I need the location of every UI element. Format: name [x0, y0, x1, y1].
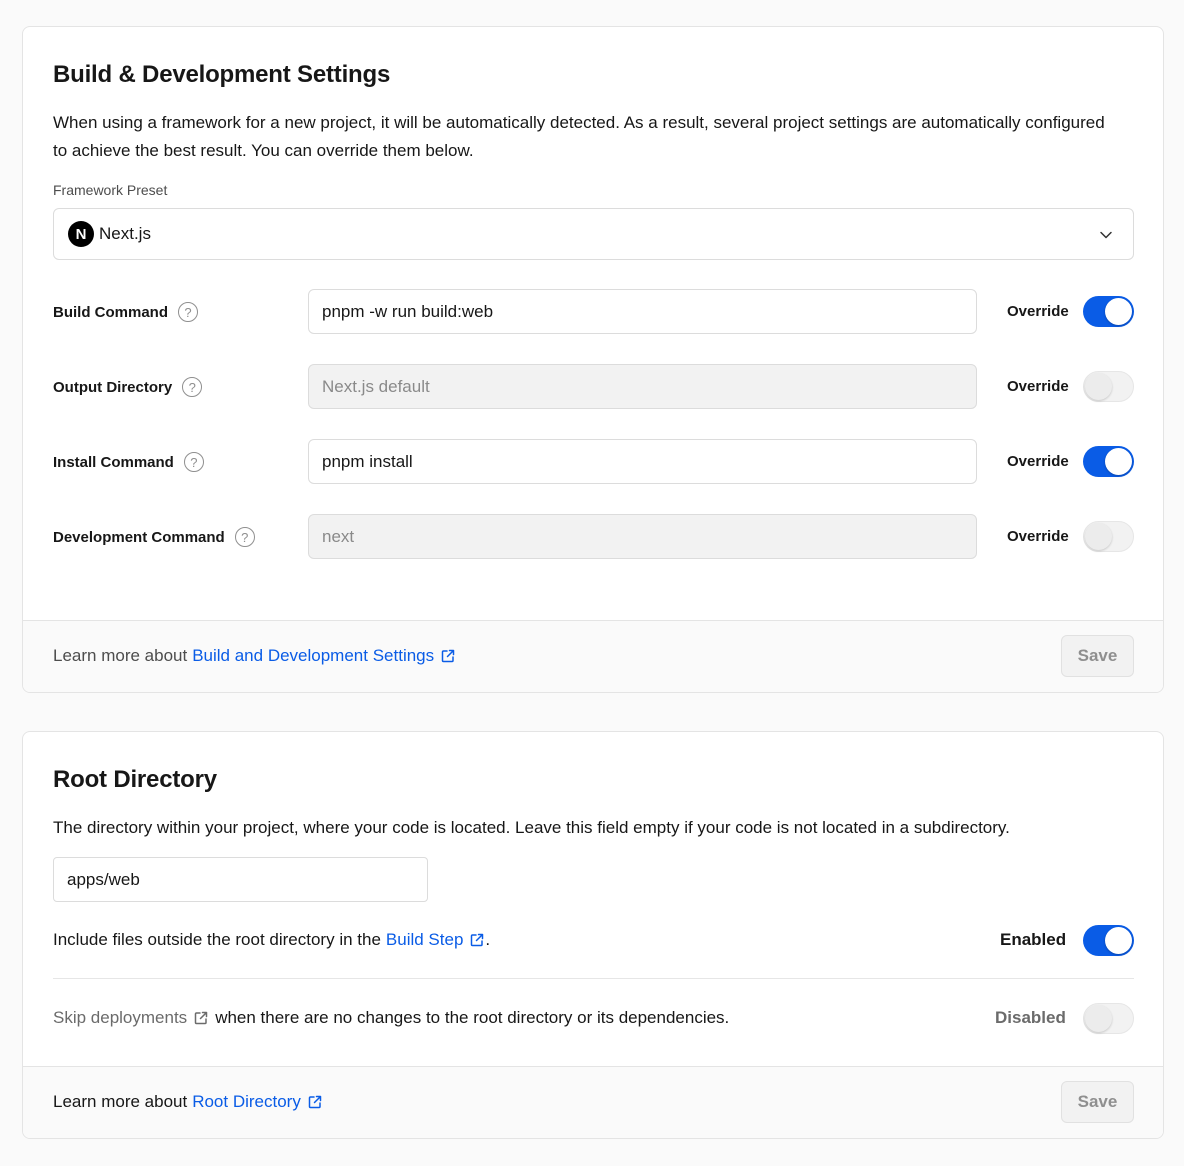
include-files-suffix: . [485, 930, 491, 949]
build-settings-description: When using a framework for a new project… [53, 113, 1105, 160]
root-directory-title: Root Directory [53, 766, 217, 793]
install-command-label-text: Install Command [53, 453, 174, 471]
root-directory-input[interactable]: apps/web [53, 857, 428, 902]
output-directory-override-toggle[interactable] [1083, 371, 1134, 402]
help-circle-icon[interactable]: ? [183, 452, 204, 472]
build-command-label: Build Command ? [53, 300, 198, 324]
external-link-icon [471, 933, 484, 947]
build-settings-docs-link[interactable]: Build and Development Settings [192, 646, 456, 666]
build-settings-save-button[interactable]: Save [1061, 635, 1134, 677]
skip-deployments-text: Skip deployments when there are no chang… [53, 1008, 729, 1028]
build-settings-docs-link-text: Build and Development Settings [192, 646, 435, 665]
build-step-link[interactable]: Build Step [386, 930, 486, 950]
toggle-knob [1085, 523, 1112, 550]
skip-deployments-link-text: Skip deployments [53, 1008, 188, 1027]
skip-deployments-link[interactable]: Skip deployments [53, 1008, 209, 1028]
nextjs-logo-icon: N [68, 221, 94, 247]
build-settings-card: Build & Development Settings When using … [22, 26, 1164, 693]
toggle-knob [1105, 927, 1132, 954]
output-directory-label: Output Directory ? [53, 375, 203, 399]
help-circle-icon[interactable]: ? [182, 377, 203, 397]
framework-preset-select[interactable]: N Next.js [53, 208, 1134, 260]
include-files-toggle[interactable] [1083, 925, 1134, 956]
external-link-icon [308, 1095, 322, 1109]
development-command-input[interactable]: next [308, 514, 977, 559]
development-command-override-toggle[interactable] [1083, 521, 1134, 552]
install-command-input[interactable]: pnpm install [308, 439, 977, 484]
chevron-down-icon [1100, 231, 1112, 239]
framework-preset-value: Next.js [99, 224, 151, 243]
help-circle-icon[interactable]: ? [178, 302, 198, 322]
toggle-knob [1085, 373, 1112, 400]
skip-deployments-toggle[interactable] [1083, 1003, 1134, 1034]
install-command-override-toggle[interactable] [1083, 446, 1134, 477]
output-directory-input[interactable]: Next.js default [308, 364, 977, 409]
external-link-icon [194, 1011, 208, 1025]
skip-deployments-state: Disabled [995, 1008, 1066, 1027]
root-directory-description: The directory within your project, where… [53, 818, 1010, 837]
root-directory-footer: Learn more about Root Directory Save [23, 1066, 1163, 1138]
output-directory-override-label: Override [1007, 378, 1069, 395]
root-directory-learn-more: Learn more about Root Directory [53, 1092, 323, 1112]
build-command-override-toggle[interactable] [1083, 296, 1134, 327]
toggle-knob [1085, 1005, 1112, 1032]
section-divider [53, 978, 1134, 979]
development-command-override-label: Override [1007, 528, 1069, 545]
root-directory-card: Root Directory The directory within your… [22, 731, 1164, 1139]
learn-more-prefix: Learn more about [53, 646, 188, 665]
build-command-override-label: Override [1007, 303, 1069, 320]
toggle-knob [1105, 448, 1132, 475]
skip-deployments-label: when there are no changes to the root di… [215, 1008, 730, 1027]
output-directory-label-text: Output Directory [53, 378, 173, 396]
root-directory-docs-link[interactable]: Root Directory [192, 1092, 323, 1112]
include-files-label: Include files outside the root directory… [53, 930, 381, 949]
development-command-label-text: Development Command [53, 528, 225, 546]
root-directory-save-button[interactable]: Save [1061, 1081, 1134, 1123]
install-command-label: Install Command ? [53, 450, 204, 474]
root-directory-docs-link-text: Root Directory [192, 1092, 301, 1111]
build-settings-title: Build & Development Settings [53, 61, 391, 88]
help-circle-icon[interactable]: ? [234, 527, 255, 547]
include-files-text: Include files outside the root directory… [53, 930, 490, 950]
development-command-label: Development Command ? [53, 525, 255, 549]
build-command-input[interactable]: pnpm -w run build:web [308, 289, 977, 334]
toggle-knob [1105, 298, 1132, 325]
framework-preset-label: Framework Preset [53, 182, 168, 198]
build-settings-footer: Learn more about Build and Development S… [23, 620, 1163, 692]
include-files-state: Enabled [1000, 930, 1067, 949]
build-step-link-text: Build Step [385, 930, 464, 949]
install-command-override-label: Override [1007, 453, 1069, 470]
build-settings-learn-more: Learn more about Build and Development S… [53, 646, 456, 666]
external-link-icon [441, 649, 455, 663]
learn-more-prefix: Learn more about [53, 1092, 188, 1111]
build-command-label-text: Build Command [53, 303, 168, 321]
